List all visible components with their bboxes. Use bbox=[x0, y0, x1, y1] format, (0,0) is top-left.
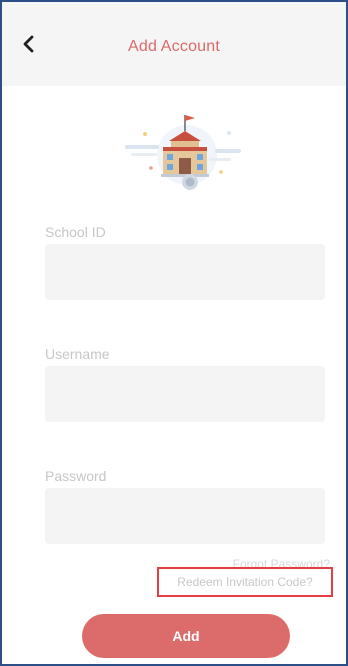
page-title: Add Account bbox=[127, 38, 221, 55]
redeem-invitation-code-link[interactable]: Redeem Invitation Code? bbox=[157, 567, 333, 597]
username-label: Username bbox=[45, 346, 110, 362]
school-illustration bbox=[111, 110, 251, 196]
school-id-input[interactable] bbox=[45, 244, 325, 300]
redeem-invitation-code-label: Redeem Invitation Code? bbox=[177, 575, 313, 589]
school-id-label: School ID bbox=[45, 224, 106, 240]
header-bar: Add Account bbox=[2, 2, 346, 86]
username-input[interactable] bbox=[45, 366, 325, 422]
add-account-screen: Add Account School ID Username Password … bbox=[0, 0, 348, 666]
school-building-icon bbox=[125, 115, 241, 190]
password-input[interactable] bbox=[45, 488, 325, 544]
password-label: Password bbox=[45, 468, 107, 484]
add-button[interactable]: Add bbox=[82, 614, 290, 658]
